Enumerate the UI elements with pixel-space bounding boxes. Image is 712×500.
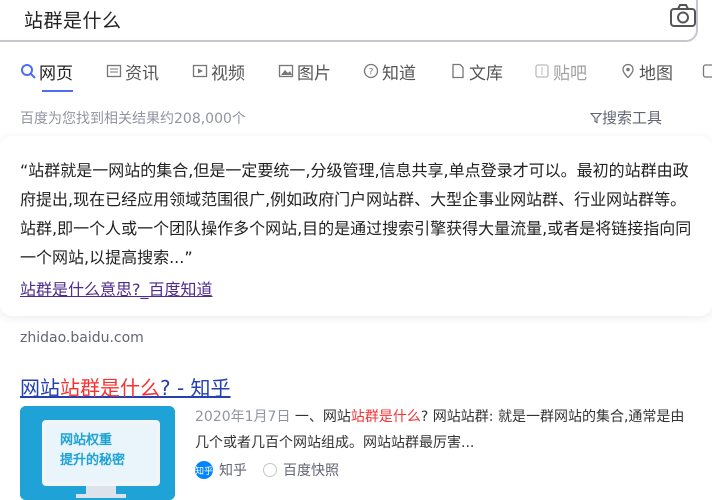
result-snippet: 2020年1月7日 一、网站站群是什么? 网站站群: 就是一群网站的集合,通常是… xyxy=(195,404,695,456)
search-box[interactable]: 站群是什么 xyxy=(0,0,698,42)
image-icon xyxy=(278,64,294,78)
filter-icon xyxy=(590,112,602,123)
document-icon xyxy=(452,63,464,79)
result-domain: zhidao.baidu.com xyxy=(20,330,144,346)
thumb-text-1: 网站权重 xyxy=(60,432,112,448)
zhihu-logo-icon: 知乎 xyxy=(195,461,213,479)
snippet-part-a: 一、网站 xyxy=(290,409,351,425)
tab-label: 图片 xyxy=(297,63,331,84)
result-thumbnail[interactable]: 网站权重 提升的秘密 xyxy=(20,406,175,500)
source-name[interactable]: 知乎 xyxy=(219,460,247,480)
answer-source-link[interactable]: 站群是什么意思?_百度知道 xyxy=(20,276,213,300)
thumbnail-illustration: 网站权重 提升的秘密 xyxy=(20,406,175,500)
tab-label: 贴吧 xyxy=(553,63,587,84)
snippet-highlight: 站群是什么 xyxy=(350,409,421,425)
cache-icon xyxy=(263,463,277,477)
tab-label: 视频 xyxy=(211,63,245,84)
answer-text: “站群就是一网站的集合,但是一定要统一,分级管理,信息共享,单点登录才可以。最初… xyxy=(20,161,692,267)
question-icon: ? xyxy=(363,63,379,79)
news-icon xyxy=(106,64,122,78)
camera-icon[interactable] xyxy=(668,3,698,29)
result-date: 2020年1月7日 xyxy=(195,409,291,425)
tab-label: 地图 xyxy=(639,63,673,84)
result-title-link[interactable]: 网站站群是什么? - 知乎 xyxy=(20,372,231,401)
tab-images[interactable]: 图片 xyxy=(278,56,331,86)
tieba-icon xyxy=(535,64,549,78)
tab-label: 资讯 xyxy=(125,63,159,84)
tab-video[interactable]: 视频 xyxy=(192,56,245,86)
tab-wenku[interactable]: 文库 xyxy=(450,56,503,86)
tab-zhidao[interactable]: ? 知道 xyxy=(363,56,416,86)
map-icon xyxy=(622,63,634,79)
tab-tieba[interactable]: 贴吧 xyxy=(534,56,587,86)
answer-card: “站群就是一网站的集合,但是一定要统一,分级管理,信息共享,单点登录才可以。最初… xyxy=(0,136,712,316)
search-input[interactable]: 站群是什么 xyxy=(24,6,122,33)
tab-label: 文库 xyxy=(469,63,503,84)
more-icon xyxy=(702,64,712,78)
title-prefix: 网站 xyxy=(20,376,60,400)
title-highlight: 站群是什么 xyxy=(60,376,160,400)
result-source: 知乎 知乎 百度快照 xyxy=(195,460,339,480)
cache-link[interactable]: 百度快照 xyxy=(283,460,339,480)
tab-web[interactable]: 网页 xyxy=(20,56,73,92)
search-tools-button[interactable]: 搜索工具 xyxy=(590,107,662,128)
video-icon xyxy=(192,64,208,78)
tab-news[interactable]: 资讯 xyxy=(106,56,159,86)
tab-map[interactable]: 地图 xyxy=(620,56,673,86)
tab-label: 知道 xyxy=(382,63,416,84)
search-tabs: 网页 资讯 视频 图片 ? 知道 文库 贴吧 地图 xyxy=(0,56,712,92)
tab-more[interactable] xyxy=(702,56,712,86)
search-tools-label: 搜索工具 xyxy=(602,109,663,127)
title-suffix: ? - 知乎 xyxy=(160,376,231,400)
tab-label: 网页 xyxy=(39,63,73,84)
thumb-text-2: 提升的秘密 xyxy=(60,452,125,468)
search-icon xyxy=(21,64,36,79)
results-count: 百度为您找到相关结果约208,000个 xyxy=(20,111,246,127)
svg-text:?: ? xyxy=(369,68,374,78)
